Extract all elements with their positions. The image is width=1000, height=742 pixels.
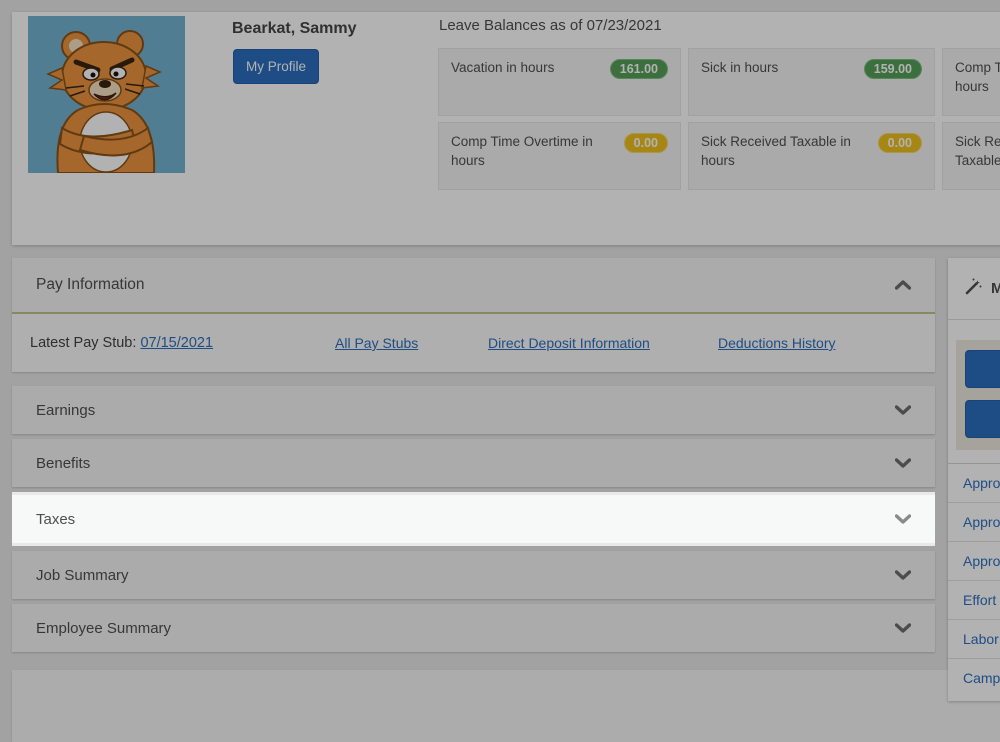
accordion-label: Job Summary — [36, 567, 129, 584]
profile-card: Bearkat, Sammy My Profile Leave Balances… — [12, 12, 1000, 245]
sidebar-link-approve-leave-request[interactable]: Approve Leave Request — [948, 502, 1000, 541]
my-activities-title: My Activities — [991, 280, 1000, 297]
accordion-label: Earnings — [36, 402, 95, 419]
chevron-down-icon[interactable] — [895, 570, 911, 580]
leave-balance-badge: 0.00 — [878, 133, 922, 153]
chevron-down-icon[interactable] — [895, 458, 911, 468]
leave-card-label: Sick Received Taxable in hours — [701, 133, 869, 170]
latest-pay-stub-label: Latest Pay Stub: — [30, 335, 140, 351]
chevron-up-icon[interactable] — [895, 280, 911, 290]
activity-links: Approve Time Approve Leave Request Appro… — [948, 463, 1000, 697]
leave-card-label: Vacation in hours — [451, 59, 554, 78]
chevron-down-icon[interactable] — [895, 405, 911, 415]
activity-button-2[interactable] — [965, 400, 1000, 438]
direct-deposit-link[interactable]: Direct Deposit Information — [488, 335, 650, 351]
accordion-row-job-summary[interactable]: Job Summary — [12, 551, 935, 599]
magic-wand-icon — [965, 278, 982, 300]
main-content: Pay Information Latest Pay Stub: 07/15/2… — [12, 258, 935, 657]
sidebar-link-labor-redistribution[interactable]: Labor Redistribution — [948, 619, 1000, 658]
accordion-label: Benefits — [36, 455, 90, 472]
leave-card-sick-taxable: Sick Received Taxable in hours 0.00 — [688, 122, 935, 190]
section-title: Pay Information — [36, 276, 145, 294]
avatar — [28, 16, 185, 173]
accordion-label: Employee Summary — [36, 620, 171, 637]
leave-card-comp-overtime: Comp Time Overtime in hours 0.00 — [438, 122, 681, 190]
bearkat-mascot-image — [28, 16, 185, 173]
sidebar-link-campus-directory[interactable]: Campus Directory — [948, 658, 1000, 697]
bottom-section-card — [12, 670, 1000, 742]
my-profile-button[interactable]: My Profile — [233, 49, 319, 84]
deductions-history-link[interactable]: Deductions History — [718, 335, 836, 351]
accordion-row-earnings[interactable]: Earnings — [12, 386, 935, 434]
accordion-label: Taxes — [36, 511, 75, 528]
my-activities-panel: My Activities Approve Time Approve Leave… — [948, 258, 1000, 701]
leave-card-vacation: Vacation in hours 161.00 — [438, 48, 681, 116]
leave-card-label: Sick in hours — [701, 59, 778, 78]
pay-information-section: Pay Information Latest Pay Stub: 07/15/2… — [12, 258, 935, 372]
sidebar-link-approve-leave-report[interactable]: Approve Leave Report — [948, 541, 1000, 580]
leave-balance-badge: 161.00 — [610, 59, 668, 79]
leave-card-label: Sick Received Non Taxable in hours — [955, 133, 1000, 170]
latest-pay-stub-date-link[interactable]: 07/15/2021 — [140, 335, 213, 351]
chevron-down-icon[interactable] — [895, 514, 911, 524]
leave-balance-grid: Vacation in hours 161.00 Sick in hours 1… — [438, 48, 1000, 190]
pay-information-header[interactable]: Pay Information — [12, 258, 935, 314]
chevron-down-icon[interactable] — [895, 623, 911, 633]
employee-name: Bearkat, Sammy — [232, 20, 357, 38]
pay-information-content: Latest Pay Stub: 07/15/2021 All Pay Stub… — [12, 314, 935, 372]
leave-card-sick-nontaxable: Sick Received Non Taxable in hours — [942, 122, 1000, 190]
accordion-row-benefits[interactable]: Benefits — [12, 439, 935, 487]
my-activities-header: My Activities — [948, 258, 1000, 320]
accordion-row-employee-summary[interactable]: Employee Summary — [12, 604, 935, 652]
all-pay-stubs-link[interactable]: All Pay Stubs — [335, 335, 418, 351]
sidebar-link-approve-time[interactable]: Approve Time — [948, 463, 1000, 502]
accordion-row-taxes[interactable]: Taxes — [12, 495, 935, 543]
activity-button-1[interactable] — [965, 350, 1000, 388]
leave-balances-title: Leave Balances as of 07/23/2021 — [439, 17, 662, 34]
latest-pay-stub: Latest Pay Stub: 07/15/2021 — [30, 335, 213, 351]
sidebar-link-effort-certification[interactable]: Effort Certification — [948, 580, 1000, 619]
leave-card-comp-time: Comp Time in hours — [942, 48, 1000, 116]
leave-balance-badge: 0.00 — [624, 133, 668, 153]
activity-buttons-box — [956, 340, 1000, 450]
tour-spotlight: Taxes — [12, 492, 935, 546]
leave-card-label: Comp Time Overtime in hours — [451, 133, 619, 170]
leave-card-sick: Sick in hours 159.00 — [688, 48, 935, 116]
leave-card-label: Comp Time in hours — [955, 59, 1000, 96]
leave-balance-badge: 159.00 — [864, 59, 922, 79]
